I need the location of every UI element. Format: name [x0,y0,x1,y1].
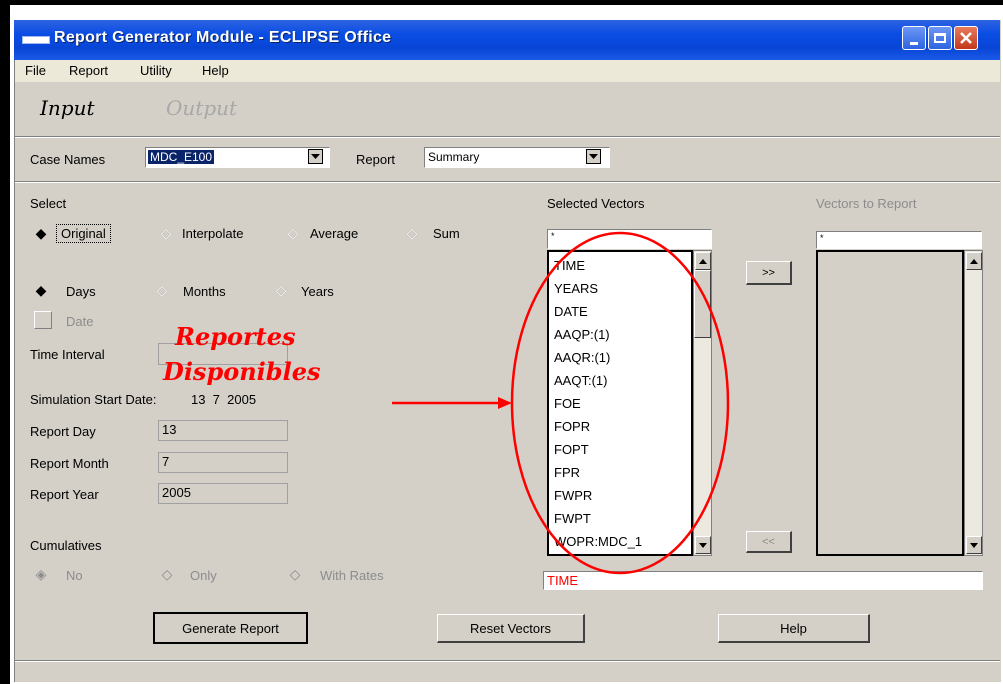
menu-help[interactable]: Help [202,63,229,78]
radio-years[interactable]: ◇ [274,282,288,298]
minimize-icon [910,41,918,45]
report-year-input[interactable]: 2005 [158,483,288,504]
radio-cumulative-no[interactable]: ◈ [34,566,48,582]
generate-report-button[interactable]: Generate Report [153,612,308,644]
status-divider [15,660,1000,662]
date-checkbox[interactable] [34,311,52,329]
minimize-button[interactable] [902,26,926,50]
report-month-label: Report Month [30,456,109,471]
radio-months[interactable]: ◇ [155,282,169,298]
case-names-value: MDC_E100 [148,150,215,164]
close-button[interactable] [954,26,978,50]
maximize-button[interactable] [928,26,952,50]
sim-start-value: 13 7 2005 [191,392,257,407]
divider [15,136,1000,138]
menu-report[interactable]: Report [69,63,108,78]
radio-sum[interactable]: ◇ [405,225,419,241]
radio-days-label: Days [66,284,96,299]
close-icon [960,32,972,44]
date-label: Date [66,314,94,329]
report-dropdown[interactable]: Summary [424,147,610,168]
case-names-dropdown-button[interactable] [308,149,323,164]
case-names-label: Case Names [30,152,106,167]
scroll-down-button[interactable] [966,536,982,554]
frame-left-border [0,0,10,684]
menu-utility[interactable]: Utility [140,63,172,78]
report-month-input[interactable]: 7 [158,452,288,473]
report-value: Summary [428,150,480,164]
scroll-up-button[interactable] [966,252,982,270]
arrow-up-icon [970,258,978,264]
window-title: Report Generator Module - ECLIPSE Office [54,29,392,46]
radio-years-label: Years [301,284,334,299]
app-icon [22,36,50,44]
radio-cumulative-rates[interactable]: ◇ [288,566,302,582]
tab-output[interactable]: Output [166,96,237,120]
radio-cumulative-only[interactable]: ◇ [160,566,174,582]
add-vector-button[interactable]: >> [746,261,792,285]
case-names-dropdown[interactable]: MDC_E100 [145,147,330,168]
radio-cumulative-only-label: Only [190,568,217,583]
divider [15,181,1000,183]
selected-vectors-label: Selected Vectors [547,196,645,211]
radio-months-label: Months [183,284,226,299]
arrow-down-icon [970,542,978,548]
radio-average[interactable]: ◇ [286,225,300,241]
report-label: Report [356,152,396,167]
radio-average-label: Average [310,226,359,241]
frame-top-border [10,0,1003,5]
chevron-down-icon [311,153,320,159]
radio-interpolate-label: Interpolate [182,226,244,241]
help-button[interactable]: Help [718,614,870,643]
radio-sum-label: Sum [433,226,460,241]
report-day-input[interactable]: 13 [158,420,288,441]
report-dropdown-button[interactable] [586,149,601,164]
vectors-to-report-filter[interactable]: * [816,231,982,249]
report-day-label: Report Day [30,424,96,439]
sim-start-label: Simulation Start Date: [30,392,157,407]
radio-days[interactable]: ◆ [34,282,48,298]
radio-interpolate[interactable]: ◇ [159,225,173,241]
remove-vector-button[interactable]: << [746,531,792,553]
annotation-line-2: Disponibles [163,357,321,386]
report-year-label: Report Year [30,487,99,502]
menu-file[interactable]: File [25,63,46,78]
tab-input[interactable]: Input [40,96,95,120]
time-interval-label: Time Interval [30,347,105,362]
chevron-down-icon [589,153,598,159]
annotation-arrow [392,397,512,409]
maximize-icon [934,33,946,43]
vectors-to-report-label: Vectors to Report [816,196,917,211]
reset-vectors-button[interactable]: Reset Vectors [437,614,585,643]
annotation-line-1: Reportes [175,322,296,351]
select-label: Select [30,196,67,211]
vectors-to-report-list[interactable] [816,250,964,556]
vectors-to-report-scrollbar[interactable] [964,250,983,556]
radio-cumulative-no-label: No [66,568,83,583]
cumulatives-label: Cumulatives [30,538,102,553]
radio-original-label: Original [56,224,111,243]
annotation-ellipse [510,231,730,575]
radio-cumulative-rates-label: With Rates [320,568,384,583]
radio-original[interactable]: ◆ [34,225,48,241]
